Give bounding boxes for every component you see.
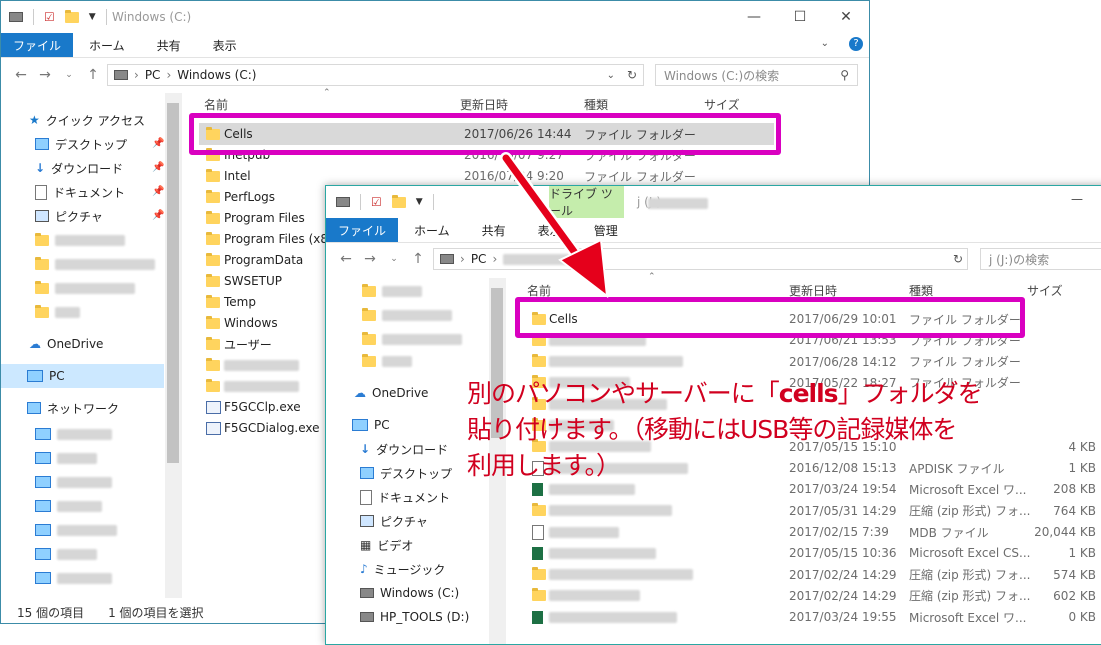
callout-line2: 貼り付けます。（移動にはUSB等の記録媒体を <box>467 415 957 444</box>
copy-arrow <box>500 152 609 299</box>
callout-line3: 利用します。） <box>467 451 621 480</box>
callout-line1-pre: 別のパソコンやサーバーに「 <box>467 379 780 408</box>
callout-line1-post: 」フォルダを <box>837 379 983 408</box>
arrow-shaft <box>502 154 590 272</box>
instruction-callout: 別のパソコンやサーバーに「cells」フォルダを 貼り付けます。（移動にはUSB… <box>467 376 983 484</box>
callout-line1-bold: cells <box>778 379 839 408</box>
